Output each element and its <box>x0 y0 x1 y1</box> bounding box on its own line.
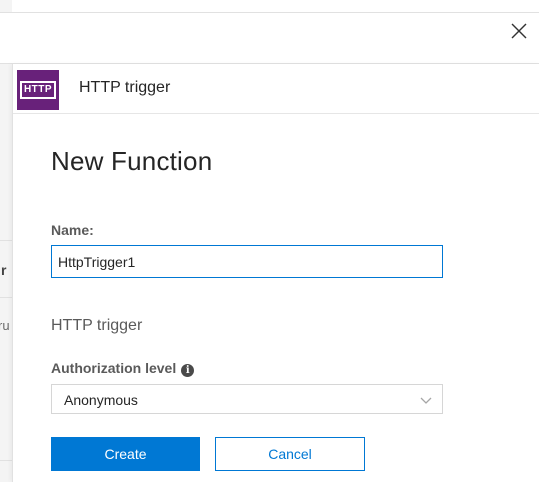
close-icon <box>511 23 527 39</box>
blade-top-bar <box>0 12 539 64</box>
http-icon-text: HTTP <box>19 81 57 99</box>
name-label: Name: <box>51 222 94 238</box>
background-divider <box>0 240 12 241</box>
page-title: New Function <box>51 146 213 176</box>
background-clipped-text: ru <box>0 318 10 333</box>
background-divider <box>0 297 12 298</box>
chevron-down-icon <box>420 397 432 404</box>
background-clipped-text: r <box>1 262 7 278</box>
authorization-level-value: Anonymous <box>64 392 138 408</box>
http-trigger-icon: HTTP <box>17 70 59 110</box>
cancel-button[interactable]: Cancel <box>215 437 365 471</box>
section-title: HTTP trigger <box>51 317 143 334</box>
background-divider <box>0 460 12 461</box>
trigger-header: HTTP HTTP trigger <box>13 64 539 114</box>
close-button[interactable] <box>507 19 531 43</box>
info-icon[interactable]: i <box>181 364 195 377</box>
authorization-level-label: Authorization level i <box>51 360 195 377</box>
create-button[interactable]: Create <box>51 437 200 471</box>
background-page-strip <box>0 0 12 482</box>
authorization-level-select[interactable]: Anonymous <box>51 384 443 414</box>
new-function-panel: HTTP HTTP trigger New Function Name: HTT… <box>12 64 539 482</box>
authorization-level-label-text: Authorization level <box>51 360 177 376</box>
trigger-title: HTTP trigger <box>79 79 171 96</box>
page: r ru HTTP HTTP trigger New Function Name… <box>0 0 539 482</box>
name-input[interactable] <box>51 245 443 278</box>
